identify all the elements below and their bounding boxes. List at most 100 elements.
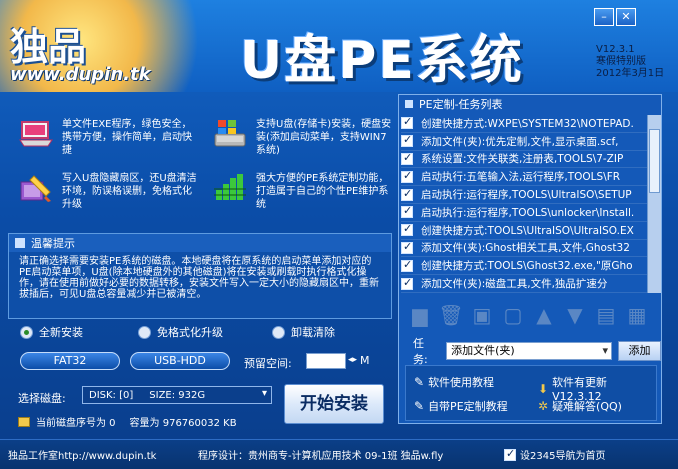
checkbox-icon[interactable] [401,204,413,219]
version-number: V12.3.1 [596,44,635,55]
checkbox-icon[interactable] [401,222,413,237]
task-list[interactable]: 创建快捷方式:WXPE\SYSTEM32\NOTEPAD. 添加文件(夹):优先… [401,115,647,293]
floppy-icon[interactable]: ▆ [405,301,435,329]
minimize-button[interactable]: – [594,8,614,26]
disk-select-label: 选择磁盘: [18,392,66,405]
task-text: 启动执行:运行程序,TOOLS\UltraISO\SETUP [421,189,632,202]
checkbox-icon[interactable] [401,258,413,272]
window-controls: – ✕ [594,8,636,26]
wrench-icon: ✎ [414,399,425,413]
tip-text: 请正确选择需要安装PE系统的磁盘。本地硬盘将在原系统的启动菜单添加对应的PE启动… [19,256,379,300]
link-label: 疑难解答(QQ) [552,400,622,413]
task-item[interactable]: 创建快捷方式:WXPE\SYSTEM32\NOTEPAD. [401,115,647,133]
task-text: 创建快捷方式:TOOLS\Ghost32.exe,"原Gho [421,260,633,273]
wrench-icon: ✎ [414,375,425,389]
task-item[interactable]: 启动执行:五笔输入法,运行程序,TOOLS\FR [401,168,647,187]
task-text: 系统设置:文件关联类,注册表,TOOLS\7-ZIP [421,153,624,166]
task-item[interactable]: 添加文件(夹):磁盘工具,文件,独品扩速分 [401,275,647,293]
feature-text: 支持U盘(存储卡)安装，硬盘安装(添加启动菜单，支持WIN7系统) [256,119,392,156]
spinner-icon[interactable]: ◂▸ [348,355,357,365]
disk-info: 当前磁盘序号为 0 容量为 976760032 KB [18,414,237,429]
version-info: V12.3.1 寒假特别版 2012年3月1日 [596,44,664,80]
homepage-label: 设2345导航为首页 [520,451,606,462]
task-item[interactable]: 系统设置:文件关联类,注册表,TOOLS\7-ZIP [401,151,647,169]
checkbox-icon[interactable] [401,276,413,290]
mode-label: 卸载清除 [291,326,335,339]
checkbox-icon[interactable] [401,187,413,201]
usb-harddisk-icon [214,120,246,147]
panel-icon [405,100,413,108]
customize-icon [214,174,246,200]
homepage-checkbox[interactable]: 设2345导航为首页 [504,447,605,462]
mode-radio-uninstall[interactable]: 卸载清除 [272,324,335,340]
mode-radio-upgrade[interactable]: 免格式化升级 [138,324,223,340]
task-item[interactable]: 创建快捷方式:TOOLS\Ghost32.exe,"原Gho [401,257,647,276]
close-button[interactable]: ✕ [616,8,636,26]
disk-value: DISK: [0] [89,389,134,401]
task-item[interactable]: 创建快捷方式:TOOLS\UltraISO\UltraISO.EX [401,222,647,240]
disk-icon [18,416,30,427]
task-panel: PE定制-任务列表 创建快捷方式:WXPE\SYSTEM32\NOTEPAD. … [398,94,662,424]
task-text: 启动执行:运行程序,TOOLS\unlocker\Install. [421,206,635,219]
trash-icon[interactable]: 🗑 [436,301,466,329]
task-item[interactable]: 启动执行:运行程序,TOOLS\unlocker\Install. [401,204,647,222]
task-item[interactable]: 添加文件(夹):Ghost相关工具,文件,Ghost32 [401,240,647,258]
checkbox-icon[interactable] [401,240,413,254]
reserved-space-input[interactable] [306,353,346,369]
scrollbar-thumb[interactable] [649,129,660,193]
help-links: ✎ 软件使用教程 ⬇ 软件有更新 V12.3.12 ✎ 自带PE定制教程 ✲ 疑难解答(… [405,365,657,421]
task-text: 启动执行:五笔输入法,运行程序,TOOLS\FR [421,171,621,184]
download-icon: ⬇ [538,381,549,396]
add-task-button[interactable]: 添加 [618,341,661,361]
checkbox-icon[interactable] [504,447,516,461]
feature-text: 单文件EXE程序，绿色安全，携带方便，操作简单，启动快捷 [62,119,192,156]
start-install-button[interactable]: 开始安装 [284,384,384,424]
faq-link[interactable]: ✲ 疑难解答(QQ) [538,398,622,414]
feature-item: 写入U盘隐藏扇区，还U盘清洁环境，防误格误删，免格式化升级 [18,172,198,211]
link-label: 自带PE定制教程 [428,400,508,413]
pe-custom-tutorial-link[interactable]: ✎ 自带PE定制教程 [414,398,508,414]
task-text: 添加文件(夹):Ghost相关工具,文件,Ghost32 [421,242,630,255]
down-arrow-icon[interactable]: ▼ [560,301,590,329]
radio-selected-icon [20,325,33,339]
mode-label: 全新安装 [39,326,83,339]
checkbox-icon[interactable] [401,151,413,165]
task-text: 添加文件(夹):磁盘工具,文件,独品扩速分 [421,278,608,291]
current-disk-label: 当前磁盘序号为 0 [36,418,116,429]
feature-item: 单文件EXE程序，绿色安全，携带方便，操作简单，启动快捷 [18,118,198,157]
status-bar: 独品工作室http://www.dupin.tk 程序设计：贵州商专-计算机应用… [0,439,678,469]
link-label: 软件使用教程 [428,376,495,389]
radio-icon [272,325,285,339]
mode-radio-new-install[interactable]: 全新安装 [20,324,83,340]
checkbox-icon[interactable] [401,169,413,183]
unlock-icon[interactable]: ▢ [498,301,528,329]
edition-label: 寒假特别版 [596,56,646,67]
designer-text: 程序设计：贵州商专-计算机应用技术 09-1班 独品w.fly [198,451,444,462]
laptop-icon [19,121,53,147]
task-item[interactable]: 添加文件(夹):优先定制,文件,显示桌面.scf, [401,133,647,151]
boot-mode-button[interactable]: USB-HDD [130,352,230,370]
disk-select[interactable]: DISK: [0] SIZE: 932G [82,386,272,404]
task-scrollbar[interactable] [647,115,661,293]
tip-box: 温馨提示 请正确选择需要安装PE系统的磁盘。本地硬盘将在原系统的启动菜单添加对应… [8,233,392,319]
checkbox-icon[interactable] [401,133,413,148]
task-label: 任务: [413,337,428,366]
task-panel-header: PE定制-任务列表 [399,95,661,113]
studio-link[interactable]: 独品工作室http://www.dupin.tk [8,447,198,462]
up-arrow-icon[interactable]: ▲ [529,301,559,329]
app-title: U盘PE系统 [240,31,524,91]
load-icon[interactable]: ▤ [591,301,621,329]
capacity-label: 容量为 976760032 KB [129,418,237,429]
checkbox-icon[interactable] [401,115,413,130]
task-type-select[interactable]: 添加文件(夹) [446,342,613,360]
task-item[interactable]: 启动执行:运行程序,TOOLS\UltraISO\SETUP [401,186,647,204]
help-icon: ✲ [538,399,549,413]
tutorial-link[interactable]: ✎ 软件使用教程 [414,374,494,390]
release-date: 2012年3月1日 [596,68,665,79]
save-icon[interactable]: ▦ [622,301,652,329]
feature-text: 写入U盘隐藏扇区，还U盘清洁环境，防误格误删，免格式化升级 [62,173,197,210]
filesystem-button[interactable]: FAT32 [20,352,120,370]
task-text: 添加文件(夹):优先定制,文件,显示桌面.scf, [421,135,619,148]
lock-icon[interactable]: ▣ [467,301,497,329]
task-text: 创建快捷方式:TOOLS\UltraISO\UltraISO.EX [421,224,634,237]
